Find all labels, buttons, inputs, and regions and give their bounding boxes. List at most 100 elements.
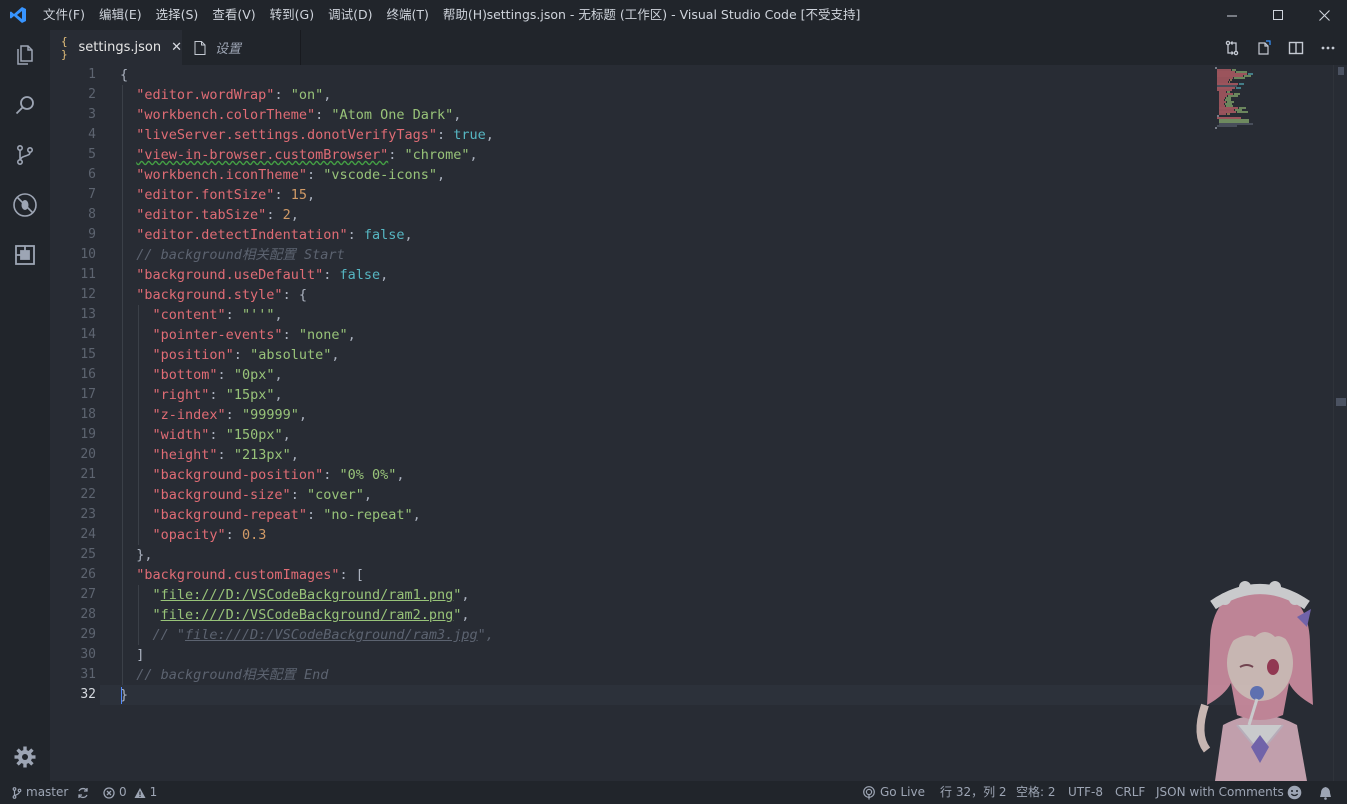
- code-line[interactable]: "height": "213px",: [120, 445, 1240, 465]
- code-token: ,: [274, 387, 283, 403]
- debug-button[interactable]: [0, 180, 50, 230]
- menu-item[interactable]: 转到(G): [263, 0, 321, 30]
- branch-indicator[interactable]: master: [12, 781, 68, 804]
- language-mode-selector[interactable]: JSON with Comments: [1156, 781, 1284, 804]
- code-token: "vscode-icons": [323, 167, 438, 183]
- code-line[interactable]: "workbench.iconTheme": "vscode-icons",: [120, 165, 1240, 185]
- code-token: ",: [477, 627, 494, 643]
- feedback-button[interactable]: [1287, 781, 1302, 804]
- code-line[interactable]: }: [120, 685, 1240, 705]
- code-line[interactable]: "editor.fontSize": 15,: [120, 185, 1240, 205]
- menu-item[interactable]: 调试(D): [321, 0, 379, 30]
- warning-icon: [134, 787, 146, 798]
- json-file-icon: { }: [61, 34, 68, 61]
- code-token: "213px": [233, 447, 291, 463]
- indentation-selector[interactable]: 空格: 2: [1016, 781, 1056, 804]
- manage-button[interactable]: [0, 732, 50, 782]
- code-line[interactable]: {: [120, 65, 1240, 85]
- line-number: 26: [80, 567, 96, 582]
- activity-bar: [0, 30, 50, 781]
- close-tab-icon[interactable]: ✕: [171, 40, 182, 55]
- code-line[interactable]: "liveServer.settings.donotVerifyTags": t…: [120, 125, 1240, 145]
- line-number: 18: [80, 407, 96, 422]
- code-line[interactable]: "editor.detectIndentation": false,: [120, 225, 1240, 245]
- code-line[interactable]: },: [120, 545, 1240, 565]
- close-window-button[interactable]: [1301, 0, 1347, 30]
- source-control-icon: [17, 144, 34, 165]
- code-token: :: [274, 87, 291, 103]
- code-editor[interactable]: 1 2 3 4 5 6 7 8 9 10 11 12 13 14 15 16 17 18 19 20 21 22 23 24 2…: [50, 65, 1347, 781]
- code-line[interactable]: "pointer-events": "none",: [120, 325, 1240, 345]
- code-line[interactable]: // background相关配置 End: [120, 665, 1240, 685]
- vscode-logo-icon: [10, 7, 26, 23]
- code-line[interactable]: "z-index": "99999",: [120, 405, 1240, 425]
- tab-settings-ui[interactable]: 设置: [182, 30, 301, 65]
- code-line[interactable]: // "file:///D:/VSCodeBackground/ram3.jpg…: [120, 625, 1240, 645]
- cursor-position[interactable]: 行 32，列 2: [940, 781, 1007, 804]
- menu-item[interactable]: 文件(F): [36, 0, 92, 30]
- code-token: "on": [290, 87, 324, 103]
- code-line[interactable]: // background相关配置 Start: [120, 245, 1240, 265]
- line-number: 30: [80, 647, 96, 662]
- code-line[interactable]: "background.customImages": [: [120, 565, 1240, 585]
- extensions-button[interactable]: [0, 230, 50, 280]
- code-line[interactable]: "opacity": 0.3: [120, 525, 1240, 545]
- menu-item[interactable]: 查看(V): [205, 0, 262, 30]
- minimize-button[interactable]: [1209, 0, 1255, 30]
- line-number: 25: [80, 547, 96, 562]
- menu-item[interactable]: 编辑(E): [92, 0, 149, 30]
- menu-item[interactable]: 选择(S): [149, 0, 206, 30]
- minimap[interactable]: [1213, 67, 1261, 129]
- code-line[interactable]: "editor.wordWrap": "on",: [120, 85, 1240, 105]
- split-editor-button[interactable]: [1280, 30, 1312, 65]
- eol-selector[interactable]: CRLF: [1115, 781, 1145, 804]
- code-line[interactable]: "file:///D:/VSCodeBackground/ram2.png",: [120, 605, 1240, 625]
- error-icon: [103, 786, 115, 799]
- code-line[interactable]: ]: [120, 645, 1240, 665]
- code-token: :: [225, 527, 242, 543]
- source-control-button[interactable]: [0, 130, 50, 180]
- menu-item[interactable]: 帮助(H): [436, 0, 494, 30]
- search-button[interactable]: [0, 80, 50, 130]
- explorer-button[interactable]: [0, 30, 50, 80]
- code-line[interactable]: "background.style": {: [120, 285, 1240, 305]
- open-changes-button[interactable]: [1216, 30, 1248, 65]
- code-token: ,: [453, 107, 462, 123]
- code-line[interactable]: "background-position": "0% 0%",: [120, 465, 1240, 485]
- problems-indicator[interactable]: 0 1: [103, 781, 157, 804]
- notifications-button[interactable]: [1319, 781, 1332, 804]
- code-line[interactable]: "background-size": "cover",: [120, 485, 1240, 505]
- sync-button[interactable]: [77, 781, 89, 804]
- code-token: false: [339, 267, 381, 283]
- maximize-button[interactable]: [1255, 0, 1301, 30]
- more-actions-button[interactable]: [1312, 30, 1344, 65]
- open-settings-ui-button[interactable]: [1248, 30, 1280, 65]
- code-line[interactable]: "workbench.colorTheme": "Atom One Dark",: [120, 105, 1240, 125]
- code-line[interactable]: "file:///D:/VSCodeBackground/ram1.png",: [120, 585, 1240, 605]
- code-line[interactable]: "view-in-browser.customBrowser": "chrome…: [120, 145, 1240, 165]
- code-line[interactable]: "right": "15px",: [120, 385, 1240, 405]
- encoding-selector[interactable]: UTF-8: [1068, 781, 1103, 804]
- code-line[interactable]: "background.useDefault": false,: [120, 265, 1240, 285]
- tab-settings-json[interactable]: { } settings.json ✕: [50, 30, 182, 65]
- editor-tab-bar: { } settings.json ✕ 设置: [50, 30, 1347, 65]
- code-line[interactable]: "width": "150px",: [120, 425, 1240, 445]
- code-token: "workbench.colorTheme": [136, 107, 316, 123]
- code-token: :: [290, 487, 307, 503]
- vertical-scrollbar[interactable]: [1333, 65, 1347, 781]
- code-lines[interactable]: { "editor.wordWrap": "on", "workbench.co…: [120, 65, 1240, 705]
- code-token: ,: [347, 327, 356, 343]
- code-line[interactable]: "position": "absolute",: [120, 345, 1240, 365]
- code-line[interactable]: "editor.tabSize": 2,: [120, 205, 1240, 225]
- line-number: 5: [88, 147, 96, 162]
- code-line[interactable]: "content": "''",: [120, 305, 1240, 325]
- code-line[interactable]: "background-repeat": "no-repeat",: [120, 505, 1240, 525]
- go-live-button[interactable]: Go Live: [862, 781, 925, 804]
- maximize-icon: [1272, 9, 1283, 20]
- encoding-text: UTF-8: [1068, 785, 1103, 799]
- menu-item[interactable]: 终端(T): [379, 0, 435, 30]
- code-line[interactable]: "bottom": "0px",: [120, 365, 1240, 385]
